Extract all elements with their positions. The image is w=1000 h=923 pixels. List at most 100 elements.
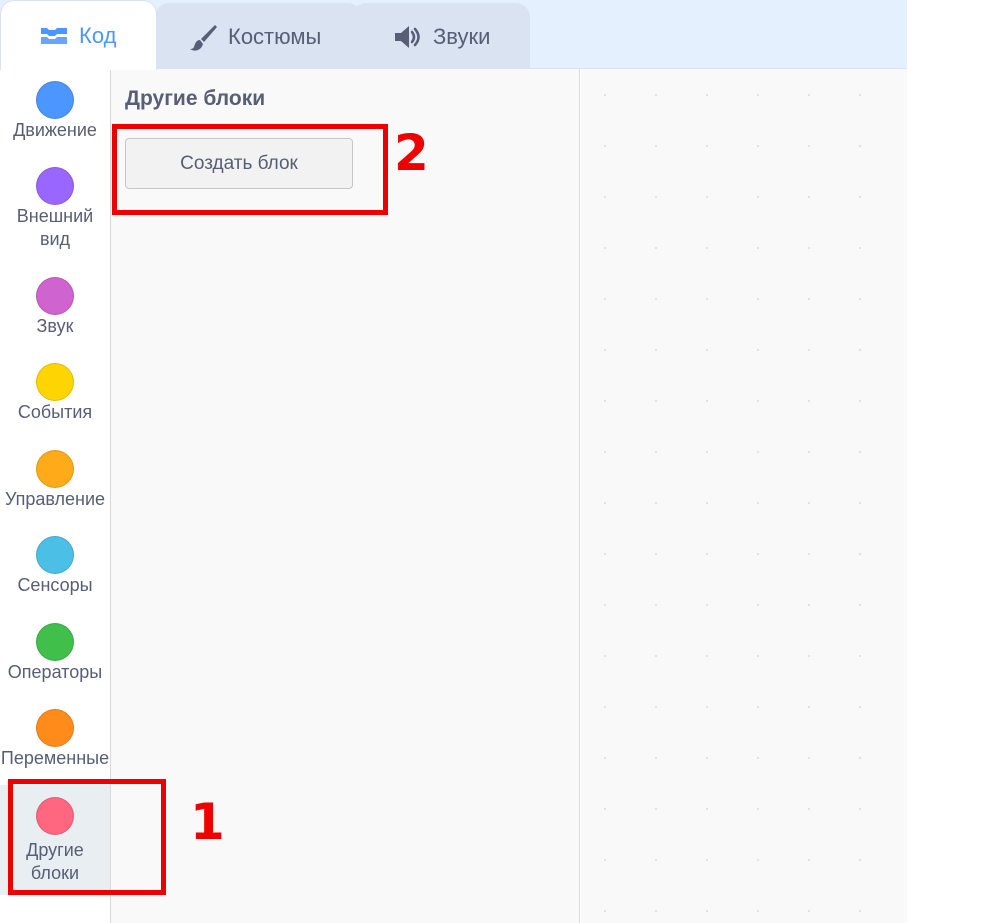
workspace-grid-dot	[706, 910, 708, 912]
workspace-grid-dot	[859, 349, 861, 351]
annotation-box-1	[8, 779, 166, 895]
tab-costumes-label: Костюмы	[228, 23, 322, 49]
category-looks[interactable]: Внешний вид	[0, 167, 110, 251]
workspace-grid-dot	[808, 706, 810, 708]
workspace-grid-dot	[859, 604, 861, 606]
workspace-grid-dot	[655, 298, 657, 300]
category-bubble-icon	[36, 709, 74, 747]
workspace-grid-dot	[706, 706, 708, 708]
workspace-grid-dot	[757, 706, 759, 708]
workspace-grid-dot	[655, 706, 657, 708]
workspace-grid-dot	[604, 298, 606, 300]
category-bubble-icon	[36, 363, 74, 401]
workspace-grid-dot	[757, 94, 759, 96]
workspace-grid-dot	[757, 349, 759, 351]
code-icon	[39, 21, 69, 51]
workspace-grid-dot	[859, 808, 861, 810]
tab-code-label: Код	[79, 22, 117, 48]
speaker-icon	[393, 22, 423, 52]
workspace-grid-dot	[604, 706, 606, 708]
code-workspace[interactable]	[581, 69, 907, 923]
category-bubble-icon	[36, 277, 74, 315]
workspace-grid-dot	[808, 859, 810, 861]
workspace-grid-dot	[859, 910, 861, 912]
category-bubble-icon	[36, 536, 74, 574]
category-bubble-icon	[36, 167, 74, 205]
workspace-grid-dot	[604, 349, 606, 351]
editor-tab-bar: Код Костюмы Звуки	[0, 0, 907, 70]
workspace-grid-dot	[757, 808, 759, 810]
tab-code[interactable]: Код	[0, 0, 157, 70]
workspace-grid-dot	[706, 553, 708, 555]
category-sensing[interactable]: Сенсоры	[0, 536, 110, 597]
workspace-grid-dot	[604, 859, 606, 861]
workspace-grid-dot	[859, 298, 861, 300]
workspace-grid-dot	[808, 94, 810, 96]
workspace-grid-dot	[604, 145, 606, 147]
workspace-grid-dot	[706, 808, 708, 810]
workspace-grid-dot	[706, 94, 708, 96]
workspace-grid-dot	[808, 808, 810, 810]
workspace-grid-dot	[706, 247, 708, 249]
workspace-grid-dot	[757, 502, 759, 504]
workspace-grid-dot	[859, 196, 861, 198]
category-label: Движение	[13, 120, 97, 140]
workspace-grid-dot	[859, 451, 861, 453]
category-control[interactable]: Управление	[0, 450, 110, 511]
category-events[interactable]: События	[0, 363, 110, 424]
annotation-number-1: 1	[190, 793, 225, 851]
workspace-grid-dot	[808, 502, 810, 504]
workspace-grid-dot	[808, 349, 810, 351]
workspace-grid-dot	[757, 400, 759, 402]
workspace-grid-dot	[757, 655, 759, 657]
workspace-grid-dot	[706, 349, 708, 351]
category-variables[interactable]: Переменные	[0, 709, 110, 770]
tab-costumes[interactable]: Костюмы	[155, 3, 362, 69]
workspace-grid-dot	[706, 655, 708, 657]
category-bubble-icon	[36, 81, 74, 119]
workspace-grid-dot	[859, 247, 861, 249]
category-label: Переменные	[0, 748, 110, 768]
tab-sounds[interactable]: Звуки	[352, 3, 530, 69]
workspace-grid-dot	[655, 145, 657, 147]
workspace-grid-dot	[655, 655, 657, 657]
workspace-grid-dot	[706, 451, 708, 453]
annotation-number-2: 2	[394, 124, 429, 182]
category-sound[interactable]: Звук	[0, 277, 110, 338]
workspace-grid-dot	[604, 247, 606, 249]
workspace-grid-dot	[757, 910, 759, 912]
workspace-grid-dot	[706, 145, 708, 147]
workspace-grid-dot	[655, 349, 657, 351]
scratch-editor: Код Костюмы Звуки Движение Внешний вид З…	[0, 0, 1000, 923]
workspace-grid-dot	[757, 553, 759, 555]
workspace-grid-dot	[655, 553, 657, 555]
workspace-grid-dot	[655, 400, 657, 402]
workspace-grid-dot	[604, 655, 606, 657]
workspace-grid-dot	[655, 502, 657, 504]
annotation-box-2	[112, 124, 388, 215]
category-label: Сенсоры	[17, 575, 93, 595]
workspace-grid-dot	[859, 145, 861, 147]
workspace-grid-dot	[604, 553, 606, 555]
category-motion[interactable]: Движение	[0, 81, 110, 142]
workspace-grid-dot	[604, 757, 606, 759]
workspace-grid-dot	[757, 298, 759, 300]
category-label: Звук	[36, 316, 74, 336]
category-label: События	[17, 402, 93, 422]
workspace-grid-dot	[604, 451, 606, 453]
workspace-grid-dot	[808, 553, 810, 555]
workspace-grid-dot	[808, 655, 810, 657]
workspace-grid-dot	[655, 859, 657, 861]
workspace-grid-dot	[655, 910, 657, 912]
workspace-grid-dot	[859, 94, 861, 96]
workspace-grid-dot	[808, 145, 810, 147]
workspace-grid-dot	[706, 502, 708, 504]
workspace-grid-dot	[604, 196, 606, 198]
workspace-grid-dot	[655, 247, 657, 249]
workspace-grid-dot	[604, 400, 606, 402]
workspace-grid-dot	[706, 604, 708, 606]
workspace-grid-dot	[604, 808, 606, 810]
workspace-grid-dot	[808, 604, 810, 606]
category-operators[interactable]: Операторы	[0, 623, 110, 684]
workspace-grid-dot	[655, 196, 657, 198]
